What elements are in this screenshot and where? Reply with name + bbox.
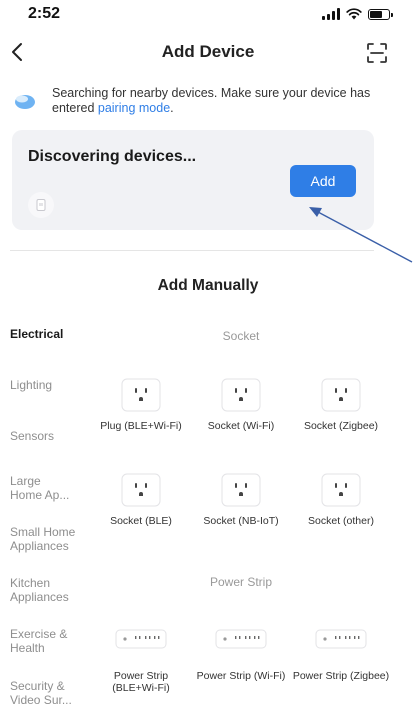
category-small-home-appliances[interactable]: Small Home Appliances [10, 525, 90, 553]
socket-icon [221, 378, 261, 412]
device-tile-label: Power Strip (Wi-Fi) [196, 670, 286, 682]
wifi-icon [346, 8, 362, 20]
device-tile-label: Plug (BLE+Wi-Fi) [100, 420, 182, 432]
pairing-mode-link[interactable]: pairing mode [98, 101, 170, 115]
hint-suffix: . [170, 101, 174, 115]
device-tile-label: Socket (BLE) [110, 515, 172, 527]
power-strip-icon [115, 629, 167, 649]
status-time: 2:52 [28, 5, 61, 22]
page-title: Add Device [161, 42, 255, 61]
group-title-socket: Socket [222, 329, 260, 343]
socket-icon [121, 473, 161, 507]
radar-icon [15, 95, 35, 109]
socket-icon [221, 473, 261, 507]
group-title-power-strip: Power Strip [209, 575, 273, 589]
device-tile-label: Socket (NB-IoT) [203, 515, 279, 527]
device-tile-label: Socket (other) [308, 515, 374, 527]
socket-icon [321, 473, 361, 507]
discovered-device-icon[interactable] [28, 192, 54, 218]
category-exercise-health[interactable]: Exercise & Health [10, 627, 70, 655]
category-security-video[interactable]: Security & Video Sur... [10, 679, 80, 707]
device-tile-label: Socket (Wi-Fi) [207, 420, 275, 432]
status-bar: 2:52 [0, 0, 416, 28]
category-sensors[interactable]: Sensors [10, 429, 90, 443]
status-icons [322, 8, 393, 20]
device-placeholder-icon [36, 199, 46, 211]
device-tile-label: Socket (Zigbee) [303, 420, 379, 432]
category-lighting[interactable]: Lighting [10, 378, 90, 392]
discovering-card: Discovering devices... Add [12, 130, 374, 230]
power-strip-icon [315, 629, 367, 649]
discovering-title: Discovering devices... [28, 148, 197, 165]
device-tile-label: Power Strip (BLE+Wi-Fi) [112, 670, 170, 694]
battery-icon [368, 8, 393, 20]
signal-icon [322, 8, 340, 20]
divider [10, 250, 374, 251]
add-button[interactable]: Add [290, 165, 356, 197]
hint-text: Searching for nearby devices. Make sure … [52, 86, 382, 116]
add-manually-title: Add Manually [157, 277, 259, 294]
category-large-home-appliances[interactable]: Large Home Ap... [10, 474, 76, 502]
category-electrical[interactable]: Electrical [10, 327, 90, 341]
device-tile-label: Power Strip (Zigbee) [292, 670, 390, 682]
scan-icon[interactable] [366, 42, 388, 64]
socket-icon [321, 378, 361, 412]
category-kitchen-appliances[interactable]: Kitchen Appliances [10, 576, 76, 604]
power-strip-icon [215, 629, 267, 649]
socket-icon [121, 378, 161, 412]
nav-bar: Add Device [0, 36, 416, 72]
